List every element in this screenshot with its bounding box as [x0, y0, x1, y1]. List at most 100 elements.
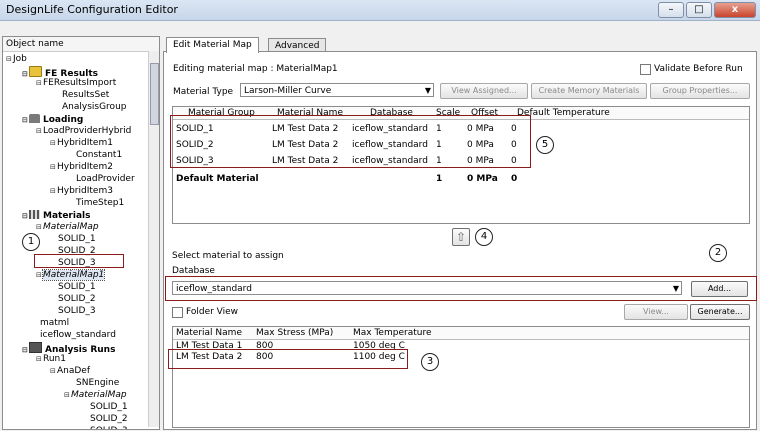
generate-button[interactable]: Generate... [690, 304, 750, 320]
table-cell: 0 [511, 174, 518, 184]
tree-node-label: Loading [43, 115, 84, 125]
tree-node[interactable]: ⊟ Analysis Runs [22, 342, 115, 356]
maximize-button[interactable]: □ [686, 2, 712, 18]
expand-toggle-icon[interactable]: ⊟ [64, 390, 71, 401]
tree-node-label: MaterialMap [43, 222, 99, 232]
expand-toggle-icon[interactable]: ⊟ [36, 270, 43, 281]
callout-3: 3 [421, 353, 439, 371]
tree-node[interactable]: ⊟Run1 [36, 354, 66, 365]
close-button[interactable]: x [714, 2, 756, 18]
fe-results-icon [29, 66, 42, 77]
column-header-material-name: Material Name [176, 328, 242, 338]
callout-5: 5 [536, 136, 554, 154]
tree-node-label: HybridItem3 [57, 186, 113, 196]
tree-node[interactable]: matml [40, 318, 69, 329]
material-list-table-header: Material Name Max Stress (MPa) Max Tempe… [173, 327, 749, 340]
materials-icon [29, 210, 40, 219]
tree-node[interactable]: ⊟FEResultsImport [36, 78, 116, 89]
minimize-button[interactable]: – [658, 2, 684, 18]
tree-node-label: Constant1 [76, 150, 123, 160]
tree-node[interactable]: SOLID_1 [58, 282, 96, 293]
tree-node-label: SOLID_3 [90, 426, 128, 429]
expand-toggle-icon[interactable]: ⊟ [36, 126, 43, 137]
analysis-runs-icon [29, 342, 42, 353]
tree-node[interactable]: ResultsSet [62, 90, 109, 101]
callout-4: 4 [475, 228, 493, 246]
tree-node-label: SOLID_1 [58, 282, 96, 292]
object-tree[interactable]: Object name ⊟Job ⊟ FE Results ⊟FEResultsImp… [2, 36, 160, 430]
expand-toggle-icon[interactable]: ⊟ [36, 354, 43, 365]
material-type-select[interactable]: Larson-Miller Curve ▼ [240, 83, 434, 97]
table-cell: Default Material [176, 174, 259, 184]
tree-node[interactable]: ⊟LoadProviderHybrid [36, 126, 131, 137]
tree-node[interactable]: AnalysisGroup [62, 102, 126, 113]
expand-toggle-icon[interactable]: ⊟ [22, 115, 29, 126]
create-memory-materials-button[interactable]: Create Memory Materials [531, 83, 647, 99]
material-list-table[interactable]: Material Name Max Stress (MPa) Max Tempe… [172, 326, 750, 428]
tree-node[interactable]: ⊟ FE Results [22, 66, 98, 80]
tree-node[interactable]: ⊟HybridItem1 [50, 138, 113, 149]
expand-toggle-icon[interactable]: ⊟ [50, 366, 57, 377]
tree-node[interactable]: ⊟HybridItem2 [50, 162, 113, 173]
tree-node-label: MaterialMap [71, 390, 127, 400]
tree-node-label: SOLID_2 [58, 294, 96, 304]
tab-edit-material-map[interactable]: Edit Material Map [166, 37, 259, 53]
tree-scrollbar[interactable] [148, 51, 159, 427]
tree-node[interactable]: SOLID_1 [58, 234, 96, 245]
assign-up-arrow-icon[interactable]: ⇧ [452, 228, 470, 246]
tree-node-label: AnalysisGroup [62, 102, 127, 112]
table-cell: 1 [436, 174, 443, 184]
view-assigned-button[interactable]: View Assigned... [440, 83, 528, 99]
material-type-label: Material Type [173, 87, 234, 97]
column-header-max-temperature: Max Temperature [353, 328, 432, 338]
tree-node-label: AnaDef [57, 366, 91, 376]
tree-node[interactable]: SOLID_3 [90, 426, 128, 429]
tree-node[interactable]: SOLID_3 [58, 306, 96, 317]
expand-toggle-icon[interactable]: ⊟ [36, 78, 43, 89]
group-properties-button[interactable]: Group Properties... [650, 83, 750, 99]
expand-toggle-icon[interactable]: ⊟ [6, 54, 13, 65]
tree-node-label: TimeStep1 [76, 198, 125, 208]
expand-toggle-icon[interactable]: ⊟ [50, 138, 57, 149]
title-bar: DesignLife Configuration Editor – □ x [0, 0, 760, 21]
view-button[interactable]: View... [624, 304, 688, 320]
tree-node[interactable]: ⊟MaterialMap [64, 390, 127, 401]
tree-node[interactable]: SOLID_2 [90, 414, 128, 425]
tree-node-label: SOLID_3 [58, 306, 96, 316]
tree-node[interactable]: ⊟ Materials [22, 210, 90, 221]
expand-toggle-icon[interactable]: ⊟ [50, 186, 57, 197]
validate-checkbox[interactable] [640, 64, 651, 75]
tree-node-label: SOLID_2 [90, 414, 128, 424]
expand-toggle-icon[interactable]: ⊟ [50, 162, 57, 173]
tree-node[interactable]: LoadProvider [76, 174, 135, 185]
tree-node-label: matml [40, 318, 70, 328]
tree-node[interactable]: SOLID_2 [58, 294, 96, 305]
tree-node[interactable]: ⊟AnaDef [50, 366, 90, 377]
expand-toggle-icon[interactable]: ⊟ [36, 222, 43, 233]
default-material-row[interactable]: Default Material 1 0 MPa 0 [173, 173, 749, 185]
expand-toggle-icon[interactable]: ⊟ [22, 69, 29, 80]
callout-2: 2 [709, 244, 727, 262]
tree-scroll-thumb[interactable] [150, 63, 159, 125]
tree-node[interactable]: SNEngine [76, 378, 119, 389]
expand-toggle-icon[interactable]: ⊟ [22, 345, 29, 356]
tree-node[interactable]: iceflow_standard [40, 330, 116, 341]
tree-node[interactable]: ⊟Job [6, 54, 27, 65]
tree-node-label: SOLID_1 [90, 402, 128, 412]
tree-node[interactable]: ⊟MaterialMap1 [36, 269, 106, 281]
tree-node[interactable]: SOLID_1 [90, 402, 128, 413]
annotation-box-materialmap1 [34, 254, 124, 268]
tree-node[interactable]: TimeStep1 [76, 198, 124, 209]
tree-node-label: LoadProviderHybrid [43, 126, 132, 136]
tree-header: Object name [3, 37, 159, 52]
tree-node[interactable]: ⊟HybridItem3 [50, 186, 113, 197]
annotation-box-mapped-groups [170, 115, 531, 168]
tree-node[interactable]: Constant1 [76, 150, 122, 161]
material-type-value: Larson-Miller Curve [244, 86, 332, 96]
editing-label: Editing material map : MaterialMap1 [173, 64, 338, 74]
folder-view-checkbox[interactable] [172, 307, 183, 318]
tree-node-label: SNEngine [76, 378, 120, 388]
tree-node[interactable]: ⊟ Loading [22, 114, 83, 125]
expand-toggle-icon[interactable]: ⊟ [22, 211, 29, 222]
tree-node[interactable]: ⊟MaterialMap [36, 222, 99, 233]
